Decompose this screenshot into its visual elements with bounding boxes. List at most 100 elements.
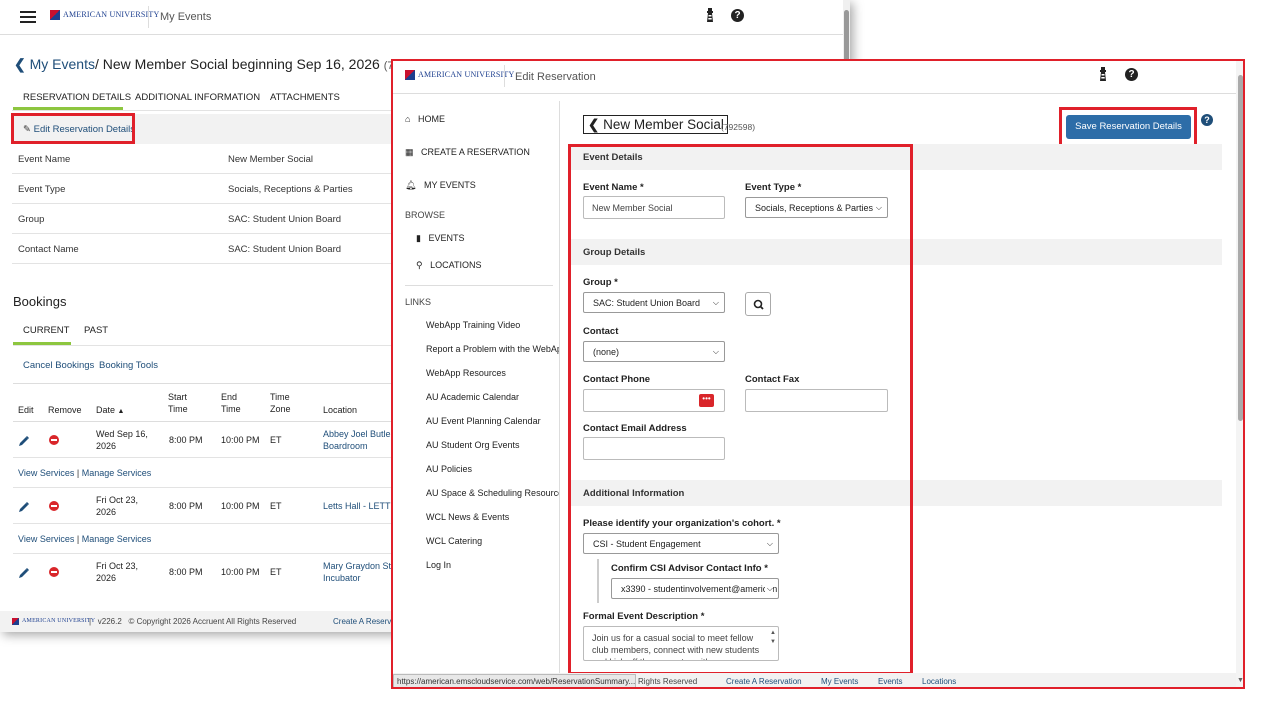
bell-icon: 🔔︎ xyxy=(405,180,417,190)
edit-pencil-icon[interactable] xyxy=(18,500,30,512)
help-icon[interactable]: ? xyxy=(731,9,744,22)
app-title: My Events xyxy=(160,11,212,23)
detail-row-group: Group SAC: Student Union Board xyxy=(12,204,402,234)
chevron-left-icon: ❮ xyxy=(588,117,600,132)
nav-events[interactable]: ▮ EVENTS xyxy=(416,233,464,244)
booking-tools-link[interactable]: Booking Tools xyxy=(99,360,158,371)
link-space-scheduling[interactable]: AU Space & Scheduling Resources xyxy=(426,488,559,498)
calendar-icon: ▦ xyxy=(405,147,414,157)
row2-services: View Services | Manage Services xyxy=(18,534,152,544)
row1-date: Wed Sep 16, 2026 xyxy=(96,429,148,451)
row2-tz: ET xyxy=(270,501,282,511)
col-end-time: End Time xyxy=(221,392,241,414)
tab-additional-information[interactable]: ADDITIONAL INFORMATION xyxy=(135,92,260,103)
edit-pencil-icon[interactable] xyxy=(18,566,30,578)
view-services-link[interactable]: View Services xyxy=(18,468,74,478)
manage-services-link[interactable]: Manage Services xyxy=(82,468,152,478)
link-academic-calendar[interactable]: AU Academic Calendar xyxy=(426,392,519,402)
lighthouse-icon[interactable] xyxy=(704,8,716,22)
view-services-link[interactable]: View Services xyxy=(18,534,74,544)
au-logo: AMERICAN UNIVERSITY xyxy=(50,10,159,20)
footer-logo: AMERICAN UNIVERSITY xyxy=(12,617,95,625)
cancel-bookings-link[interactable]: Cancel Bookings xyxy=(23,360,94,371)
link-webapp-training[interactable]: WebApp Training Video xyxy=(426,320,520,330)
footer-info: | v226.2 © Copyright 2026 Accruent All R… xyxy=(89,617,297,626)
row1-services: View Services | Manage Services xyxy=(18,468,152,478)
col-location: Location xyxy=(323,405,358,415)
remove-icon[interactable] xyxy=(49,567,59,577)
link-event-planning-calendar[interactable]: AU Event Planning Calendar xyxy=(426,416,541,426)
nav-browse-heading: BROWSE xyxy=(405,210,446,220)
app-title: Edit Reservation xyxy=(515,71,596,83)
nav-my-events[interactable]: 🔔︎ MY EVENTS xyxy=(405,180,476,191)
edit-pencil-icon[interactable] xyxy=(18,434,30,446)
row2-date: Fri Oct 23, 2026 xyxy=(96,495,139,517)
detail-row-contact-name: Contact Name SAC: Student Union Board xyxy=(12,234,402,264)
detail-row-event-type: Event Type Socials, Receptions & Parties xyxy=(12,174,402,204)
tab-attachments[interactable]: ATTACHMENTS xyxy=(270,92,340,103)
page-title: New Member Social beginning Sep 16, 2026 xyxy=(102,56,380,72)
row1-tz: ET xyxy=(270,435,282,445)
hamburger-menu-icon[interactable] xyxy=(20,8,36,26)
home-icon: ⌂ xyxy=(405,114,411,124)
row2-end: 10:00 PM xyxy=(221,501,260,511)
nav-locations[interactable]: ⚲ LOCATIONS xyxy=(416,260,481,271)
bookings-heading: Bookings xyxy=(13,294,67,309)
footer-locations[interactable]: Locations xyxy=(922,677,956,686)
footer-events[interactable]: Events xyxy=(878,677,902,686)
scrollbar[interactable]: ▼ xyxy=(1236,61,1243,687)
link-log-in[interactable]: Log In xyxy=(426,560,451,570)
row3-date: Fri Oct 23, 2026 xyxy=(96,561,139,583)
link-wcl-news[interactable]: WCL News & Events xyxy=(426,512,509,522)
col-start-time: Start Time xyxy=(168,392,188,414)
row3-location-link[interactable]: Mary Graydon St Incubator xyxy=(323,560,391,584)
tab-reservation-details[interactable]: RESERVATION DETAILS xyxy=(23,92,131,103)
row1-end: 10:00 PM xyxy=(221,435,260,445)
footer-rights: Rights Reserved xyxy=(638,677,698,686)
edit-reservation-window: AMERICAN UNIVERSITY Edit Reservation ? ▼… xyxy=(391,59,1245,689)
row1-start: 8:00 PM xyxy=(169,435,203,445)
col-remove: Remove xyxy=(48,405,82,415)
lighthouse-icon[interactable] xyxy=(1097,67,1109,81)
footer-my-events[interactable]: My Events xyxy=(821,677,858,686)
nav-links-heading: LINKS xyxy=(405,297,432,307)
row2-start: 8:00 PM xyxy=(169,501,203,511)
tab-current[interactable]: CURRENT xyxy=(23,325,69,336)
row3-start: 8:00 PM xyxy=(169,567,203,577)
remove-icon[interactable] xyxy=(49,501,59,511)
row1-location-link[interactable]: Abbey Joel Butler Boardroom xyxy=(323,428,394,452)
sort-up-icon: ▲ xyxy=(117,408,125,415)
au-logo: AMERICAN UNIVERSITY xyxy=(405,70,514,80)
link-student-org-events[interactable]: AU Student Org Events xyxy=(426,440,520,450)
row2-location-link[interactable]: Letts Hall - LETT xyxy=(323,500,391,512)
detail-row-event-name: Event Name New Member Social xyxy=(12,144,402,174)
breadcrumb-my-events[interactable]: My Events xyxy=(30,56,95,72)
highlight-edit-link xyxy=(11,113,135,144)
col-time-zone: Time Zone xyxy=(270,392,291,414)
help-icon[interactable]: ? xyxy=(1201,114,1213,126)
col-date[interactable]: Date ▲ xyxy=(96,404,124,418)
bookmark-icon: ▮ xyxy=(416,233,421,243)
link-report-problem[interactable]: Report a Problem with the WebApp xyxy=(426,344,559,354)
help-icon[interactable]: ? xyxy=(1125,68,1138,81)
link-webapp-resources[interactable]: WebApp Resources xyxy=(426,368,506,378)
breadcrumb: ❮ My Events/ New Member Social beginning… xyxy=(14,56,406,72)
row3-end: 10:00 PM xyxy=(221,567,260,577)
status-url: https://american.emscloudservice.com/web… xyxy=(393,674,636,687)
link-au-policies[interactable]: AU Policies xyxy=(426,464,472,474)
highlight-save-button xyxy=(1059,107,1197,147)
nav-home[interactable]: ⌂ HOME xyxy=(405,114,445,124)
footer-create-reservation[interactable]: Create A Reserva xyxy=(333,617,396,626)
link-wcl-catering[interactable]: WCL Catering xyxy=(426,536,482,546)
map-pin-icon: ⚲ xyxy=(416,260,423,270)
highlight-form-area xyxy=(568,144,913,675)
manage-services-link[interactable]: Manage Services xyxy=(82,534,152,544)
nav-create-reservation[interactable]: ▦ CREATE A RESERVATION xyxy=(405,147,530,158)
tab-past[interactable]: PAST xyxy=(84,325,108,336)
chevron-left-icon: ❮ xyxy=(14,56,26,72)
footer-create-reservation[interactable]: Create A Reservation xyxy=(726,677,802,686)
reservation-id: (792598) xyxy=(721,122,756,132)
col-edit: Edit xyxy=(18,405,34,415)
remove-icon[interactable] xyxy=(49,435,59,445)
back-to-event-link[interactable]: ❮ New Member Social xyxy=(583,115,728,134)
